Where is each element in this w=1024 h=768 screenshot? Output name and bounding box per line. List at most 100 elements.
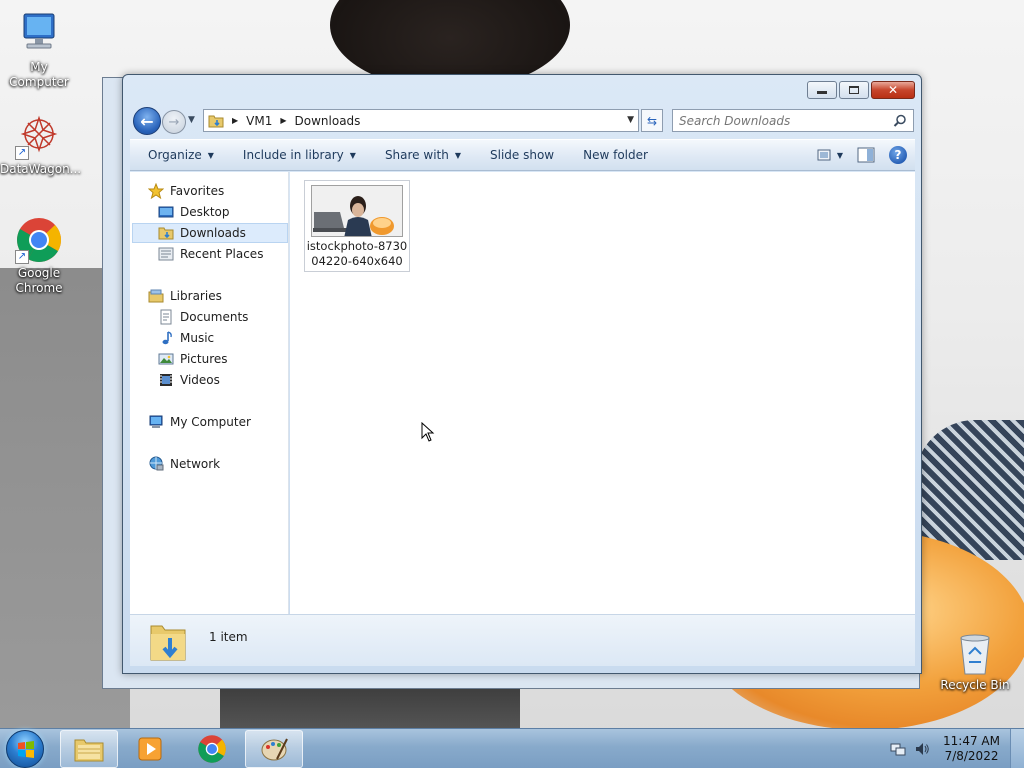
nav-item-pictures[interactable]: Pictures [158,349,282,369]
chevron-down-icon: ▼ [349,150,356,160]
breadcrumb-separator-icon[interactable]: ▶ [232,116,238,125]
maximize-button[interactable] [839,81,869,99]
change-view-button[interactable]: ▼ [817,149,843,161]
nav-item-videos[interactable]: Videos [158,370,282,390]
desktop-icon-datawagon[interactable]: ↗ DataWagon... [0,112,81,177]
show-desktop-button[interactable] [1010,729,1024,768]
taskbar-explorer-button[interactable] [60,730,118,768]
view-controls: ▼ ? [817,146,907,164]
system-clock[interactable]: 11:47 AM 7/8/2022 [943,734,1000,764]
file-list-area[interactable]: istockphoto-8730 04220-640x640 [290,172,915,614]
recycle-bin-icon [955,632,995,676]
computer-icon [15,10,63,58]
file-name-line-1: istockphoto-8730 [306,239,408,253]
chrome-icon [198,735,226,763]
music-icon [158,330,174,346]
search-input[interactable] [679,113,889,128]
breadcrumb-downloads[interactable]: Downloads [295,114,361,128]
paint-palette-icon [261,738,288,761]
taskbar-media-player-button[interactable] [121,730,179,768]
nav-item-recent-places[interactable]: Recent Places [158,244,282,264]
chevron-down-icon: ▼ [836,150,843,160]
share-with-label: Share with [384,148,449,162]
taskbar-chrome-button[interactable] [183,730,241,768]
address-bar[interactable]: ▶ VM1 ▶ Downloads ▼ [203,109,639,132]
organize-menu[interactable]: Organize ▼ [130,148,225,162]
chevron-down-icon: ▼ [207,150,214,160]
file-name-line-2: 04220-640x640 [311,254,403,268]
chrome-icon: ↗ [15,216,63,264]
network-tray-icon[interactable] [890,741,906,757]
nav-item-libraries[interactable]: Libraries [148,286,278,306]
command-bar: Organize ▼ Include in library ▼ Share with… [130,139,915,171]
nav-label-favorites: Favorites [170,184,225,198]
back-button[interactable]: ← [133,107,161,135]
nav-label-pictures: Pictures [180,352,228,366]
nav-item-desktop[interactable]: Desktop [158,202,282,222]
nav-item-network[interactable]: Network [148,454,282,474]
nav-item-my-computer[interactable]: My Computer [148,412,282,432]
new-folder-label: New folder [583,148,648,162]
breadcrumb-vm1[interactable]: VM1 [246,114,272,128]
chevron-down-icon: ▼ [454,150,461,160]
documents-icon [158,309,174,325]
minimize-button[interactable] [807,81,837,99]
close-button[interactable]: ✕ [871,81,915,99]
address-dropdown-icon[interactable]: ▼ [627,115,634,125]
nav-item-music[interactable]: Music [158,328,282,348]
clock-date: 7/8/2022 [944,749,999,763]
datawagon-icon: ↗ [15,112,63,160]
nav-item-documents[interactable]: Documents [158,307,282,327]
explorer-folder-icon [74,739,104,762]
nav-item-favorites[interactable]: Favorites [147,181,278,201]
taskbar: 11:47 AM 7/8/2022 [0,728,1024,768]
organize-label: Organize [148,148,202,162]
nav-label-downloads: Downloads [180,226,246,240]
star-icon [147,182,165,200]
taskbar-paint-button[interactable] [245,730,303,768]
file-item[interactable]: istockphoto-8730 04220-640x640 [304,180,410,272]
nav-label-desktop: Desktop [180,205,230,219]
downloads-folder-large-icon [150,625,186,661]
nav-item-downloads[interactable]: Downloads [132,223,288,243]
nav-label-videos: Videos [180,373,220,387]
shortcut-arrow-icon: ↗ [15,146,29,160]
file-name: istockphoto-8730 04220-640x640 [305,239,409,269]
forward-arrow-icon: → [168,114,180,130]
refresh-icon: ⇆ [646,113,658,128]
desktop-icon-label: Recycle Bin [940,678,1010,692]
desktop-icon-my-computer[interactable]: My Computer [0,10,78,90]
explorer-window[interactable]: ✕ ← → ▼ ▶ VM1 ▶ Downloads ▼ ⇆ Search Dow… [122,74,922,674]
recent-places-icon [158,246,174,262]
desktop-icon-recycle-bin[interactable]: Recycle Bin [936,632,1014,693]
refresh-button[interactable]: ⇆ [641,109,663,132]
start-button[interactable] [6,730,44,768]
nav-label-recent-places: Recent Places [180,247,264,261]
include-in-library-label: Include in library [242,148,344,162]
nav-label-documents: Documents [180,310,249,324]
new-folder-button[interactable]: New folder [565,148,659,162]
close-icon: ✕ [887,83,899,97]
mouse-cursor-icon [421,422,435,442]
minimize-icon [817,91,827,94]
media-player-icon [138,737,162,761]
desktop-icon-google-chrome[interactable]: ↗ Google Chrome [0,216,78,296]
help-icon[interactable]: ? [889,146,907,164]
search-box[interactable] [672,109,914,132]
breadcrumb-separator-icon[interactable]: ▶ [280,116,286,125]
desktop-icon-label: My Computer [9,60,69,89]
slide-show-button[interactable]: Slide show [472,148,565,162]
search-icon[interactable] [893,114,907,128]
desktop-icon-label: Google Chrome [15,266,63,295]
network-icon [148,456,164,472]
recent-pages-dropdown[interactable]: ▼ [188,115,195,125]
include-in-library-menu[interactable]: Include in library ▼ [225,148,367,162]
forward-button[interactable]: → [162,110,186,134]
downloads-folder-icon [208,114,224,128]
maximize-icon [849,86,859,94]
share-with-menu[interactable]: Share with ▼ [367,148,472,162]
volume-icon[interactable] [914,741,930,757]
computer-icon [148,414,164,430]
view-icon [817,149,831,161]
preview-pane-icon[interactable] [857,147,875,163]
